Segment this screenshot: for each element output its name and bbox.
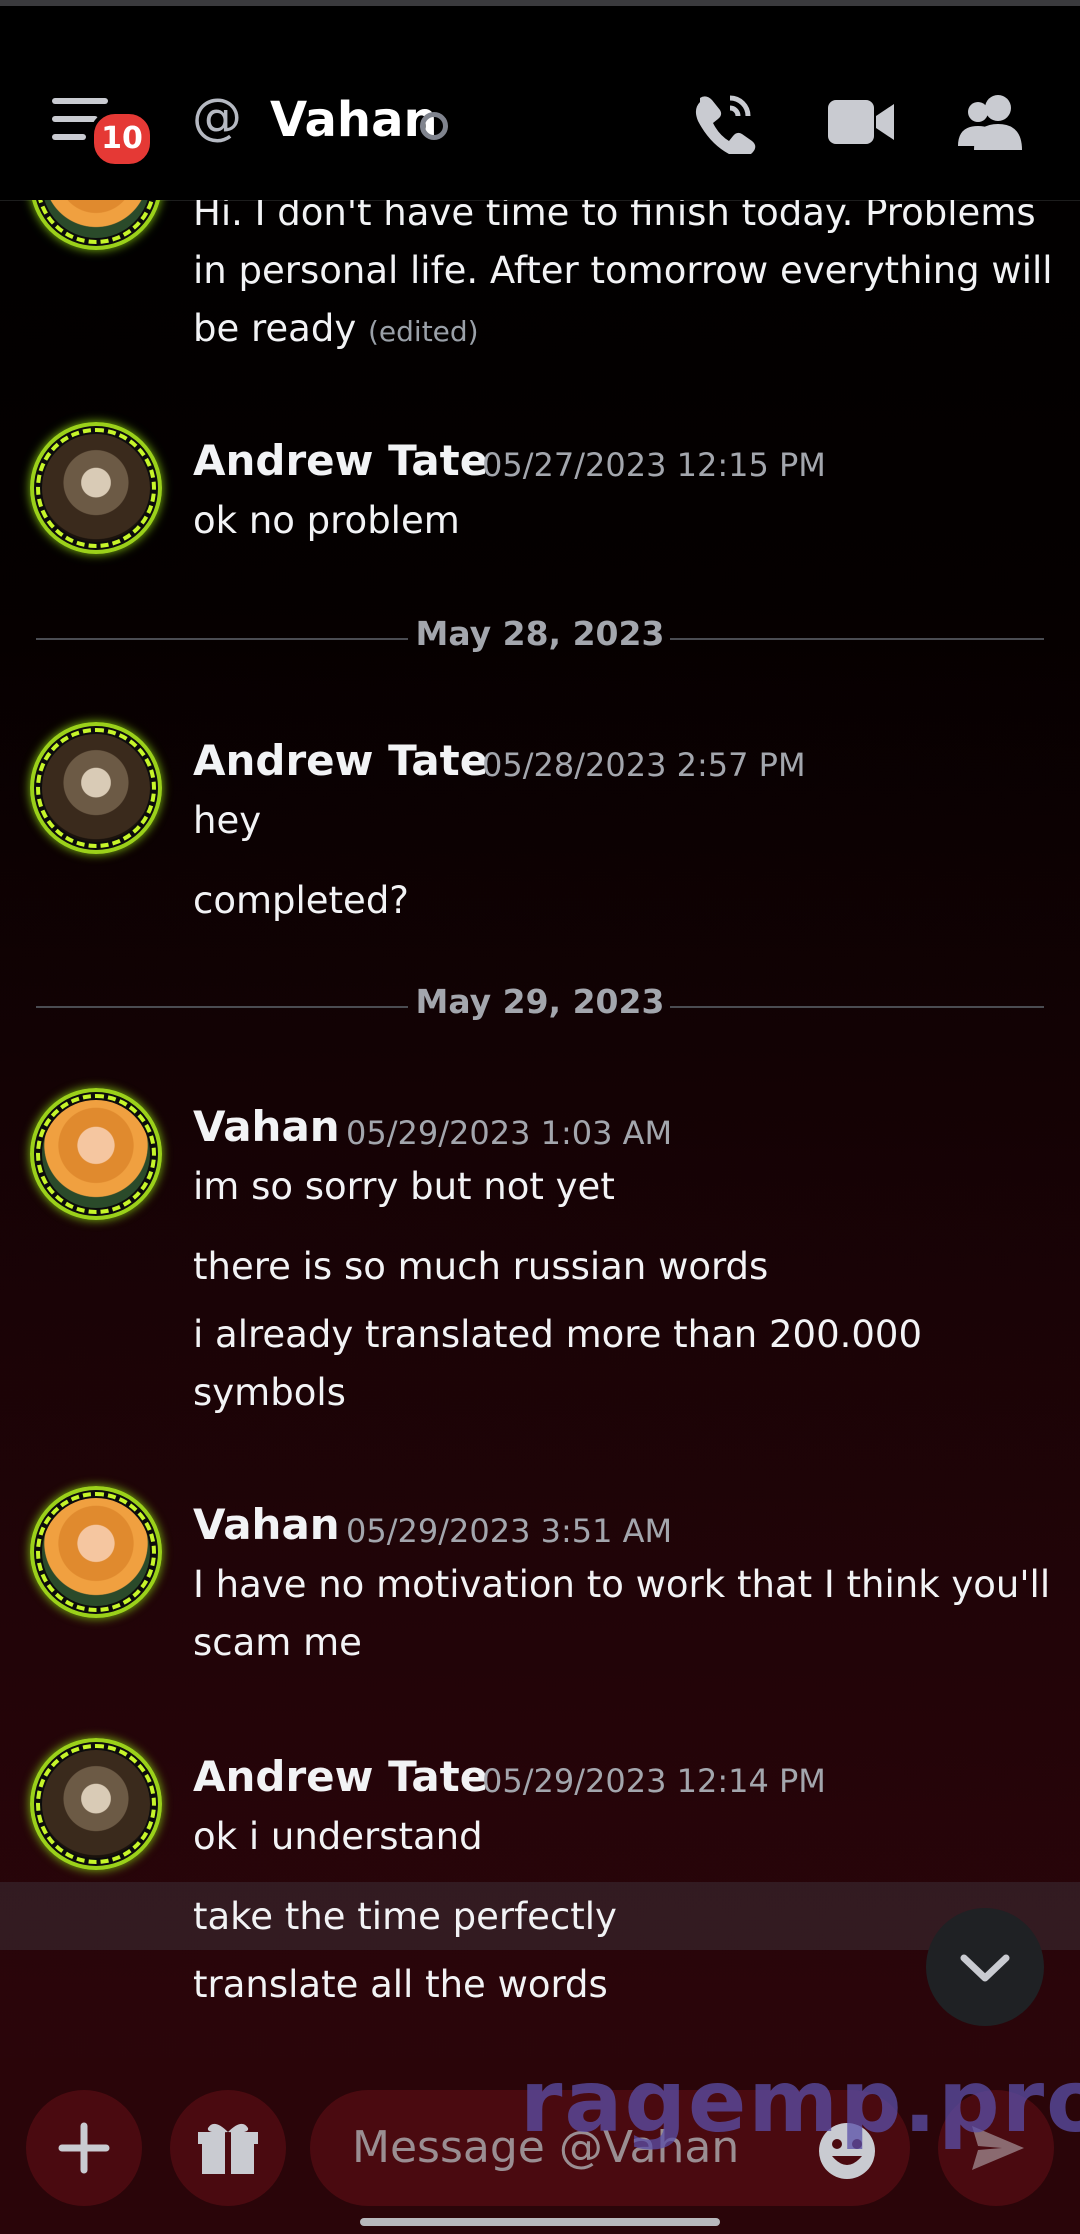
gift-button[interactable] xyxy=(170,2090,286,2206)
channel-title[interactable]: Vahan xyxy=(270,92,438,148)
watermark: ragemp.pro xyxy=(520,2052,1080,2152)
members-icon[interactable] xyxy=(956,90,1026,154)
message-text: translate all the words xyxy=(193,1963,608,2006)
message-timestamp: 05/28/2023 2:57 PM xyxy=(482,746,806,784)
avatar[interactable] xyxy=(30,1738,162,1870)
plus-icon xyxy=(58,2122,110,2174)
message-timestamp: 05/27/2023 12:15 PM xyxy=(482,446,826,484)
date-divider: May 28, 2023 xyxy=(36,614,1044,653)
chevron-down-icon xyxy=(960,1954,1010,1982)
voice-call-icon[interactable] xyxy=(690,90,760,154)
date-divider: May 29, 2023 xyxy=(36,982,1044,1021)
avatar[interactable] xyxy=(30,1088,162,1220)
avatar[interactable] xyxy=(30,422,162,554)
message-timestamp: 05/29/2023 12:14 PM xyxy=(482,1762,826,1800)
author-name[interactable]: Andrew Tate xyxy=(193,736,488,785)
offline-status-icon xyxy=(420,112,448,140)
message-text: ok i understand xyxy=(193,1815,483,1858)
author-name[interactable]: Andrew Tate xyxy=(193,436,488,485)
message-timestamp: 05/29/2023 3:51 AM xyxy=(346,1512,673,1550)
dm-at-icon: @ xyxy=(192,88,242,146)
home-indicator[interactable] xyxy=(360,2218,720,2226)
message-text: im so sorry but not yet xyxy=(193,1165,615,1208)
author-name[interactable]: Vahan xyxy=(193,1102,340,1151)
message-text: ok no problem xyxy=(193,499,460,542)
message-timestamp: 05/29/2023 1:03 AM xyxy=(346,1114,673,1152)
edited-label: (edited) xyxy=(368,315,479,348)
video-call-icon[interactable] xyxy=(826,90,896,154)
notification-badge: 10 xyxy=(90,110,154,168)
message-text: there is so much russian words xyxy=(193,1245,769,1288)
add-attachment-button[interactable] xyxy=(26,2090,142,2206)
message-text: i already translated more than 200.000 s… xyxy=(193,1313,923,1414)
scroll-to-bottom-button[interactable] xyxy=(926,1908,1044,2026)
date-divider-label: May 29, 2023 xyxy=(415,982,665,1021)
avatar[interactable] xyxy=(30,1486,162,1618)
author-name[interactable]: Vahan xyxy=(193,1500,340,1549)
gift-icon xyxy=(198,2123,258,2174)
date-divider-label: May 28, 2023 xyxy=(415,614,665,653)
message-text: completed? xyxy=(193,879,409,922)
avatar[interactable] xyxy=(30,722,162,854)
status-strip xyxy=(0,0,1080,6)
message-list[interactable]: Hi. I don't have time to finish today. P… xyxy=(0,200,1080,2058)
message-text: Hi. I don't have time to finish today. P… xyxy=(193,200,1053,350)
message-text: hey xyxy=(193,799,262,842)
avatar[interactable] xyxy=(30,200,162,250)
message-text: I have no motivation to work that I thin… xyxy=(193,1563,1051,1664)
author-name[interactable]: Andrew Tate xyxy=(193,1752,488,1801)
message-text: take the time perfectly xyxy=(193,1895,617,1938)
top-bar: 10 @ Vahan xyxy=(0,0,1080,201)
